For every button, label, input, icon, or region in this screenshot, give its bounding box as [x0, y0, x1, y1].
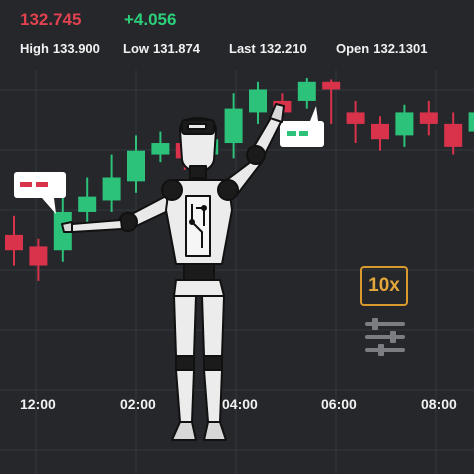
- bullish-candle: [249, 89, 267, 113]
- stat-last-label: Last: [229, 41, 256, 56]
- stat-last: Last 132.210: [229, 41, 307, 56]
- stat-open-label: Open: [336, 41, 370, 56]
- left-indicator-badge: [14, 172, 66, 214]
- bullish-candle: [468, 112, 474, 132]
- bearish-candle: [371, 123, 389, 140]
- stat-open: Open 132.1301: [336, 41, 427, 56]
- bearish-candle: [444, 123, 463, 147]
- stat-high-value: 133.900: [52, 41, 100, 56]
- stat-high-label: High: [20, 41, 49, 56]
- bearish-candle: [5, 234, 23, 251]
- bullish-candle: [151, 143, 170, 155]
- time-label: 04:00: [222, 396, 258, 412]
- bullish-candle: [78, 196, 97, 212]
- price-change: +4.056: [124, 10, 177, 29]
- stat-low-value: 131.874: [153, 41, 200, 56]
- current-price: 132.745: [20, 10, 82, 29]
- time-label: 08:00: [421, 396, 457, 412]
- bullish-candle: [127, 150, 145, 182]
- bearish-candle: [419, 112, 438, 124]
- stat-high: High 133.900: [20, 41, 100, 56]
- bullish-candle: [102, 177, 121, 201]
- bearish-candle: [322, 81, 341, 90]
- bullish-candle: [224, 108, 243, 144]
- bullish-candle: [297, 81, 316, 101]
- stat-open-value: 132.1301: [373, 41, 428, 56]
- time-label: 06:00: [321, 396, 357, 412]
- time-label: 12:00: [20, 396, 56, 412]
- sliders-icon[interactable]: [364, 318, 406, 356]
- bearish-candle: [346, 112, 365, 124]
- bullish-candle: [395, 112, 414, 136]
- time-label: 02:00: [120, 396, 156, 412]
- stat-low-label: Low: [123, 41, 149, 56]
- stat-low: Low 131.874: [123, 41, 200, 56]
- zoom-multiplier-button[interactable]: 10x: [360, 266, 408, 306]
- stat-last-value: 132.210: [259, 41, 307, 56]
- bearish-candle: [29, 246, 48, 266]
